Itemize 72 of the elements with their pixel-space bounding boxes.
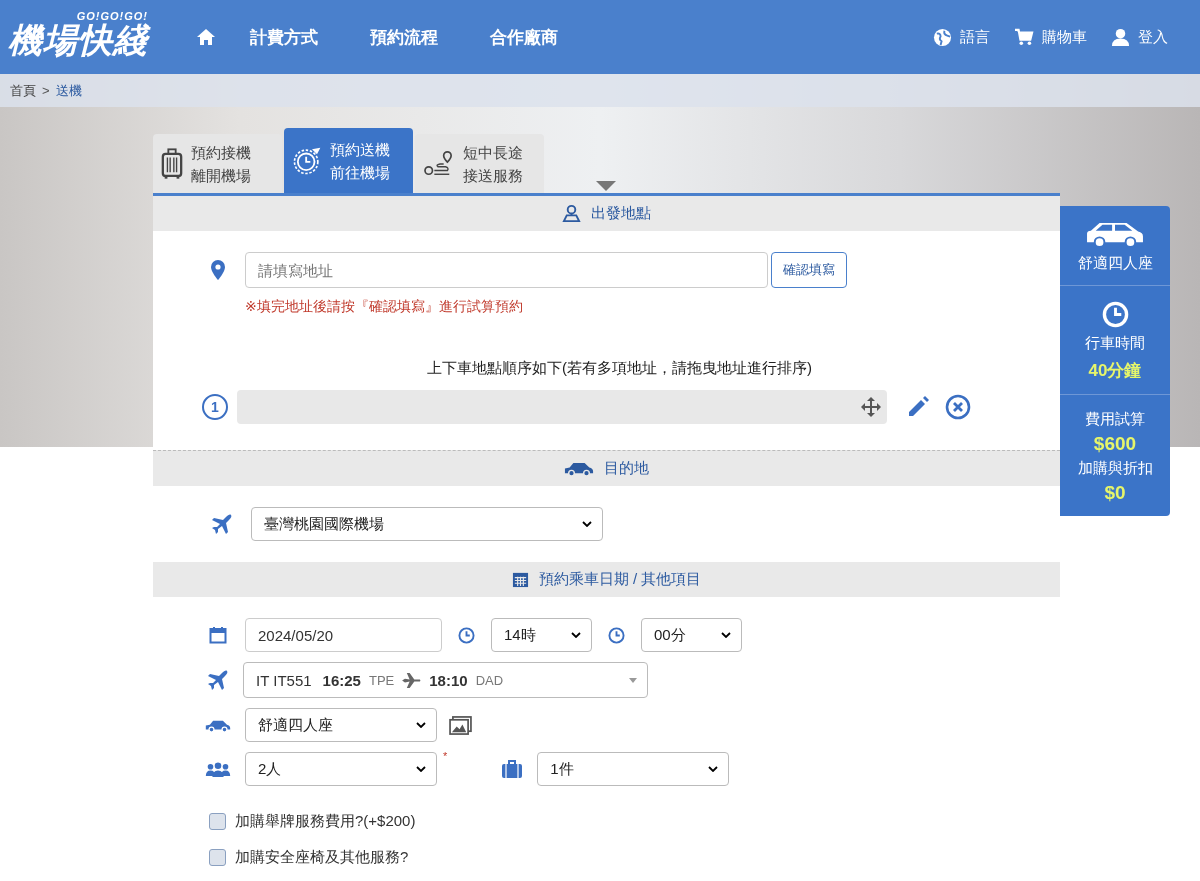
travel-time-label: 行車時間 [1085, 334, 1145, 353]
date-input[interactable]: 2024/05/20 [245, 618, 442, 652]
car-type-label: 舒適四人座 [1077, 254, 1153, 273]
car-icon [1086, 221, 1144, 248]
airport-select[interactable]: 臺灣桃園國際機場 [251, 507, 603, 541]
option-checkbox[interactable]: 加購安全座椅及其他服務? [209, 848, 409, 867]
hour-select[interactable]: 14時 [491, 618, 592, 652]
header-link[interactable]: 登入 [1111, 27, 1168, 47]
nav-link[interactable]: 預約流程 [370, 25, 438, 49]
header-link[interactable]: 購物車 [1014, 27, 1087, 47]
calendar-icon [511, 571, 529, 588]
image-icon[interactable] [449, 715, 472, 735]
clock-icon [458, 626, 475, 644]
user-icon [1111, 27, 1130, 47]
order-instructions: 上下車地點順序如下(若有多項地址，請拖曳地址進行排序) [427, 359, 813, 378]
plane-icon [402, 672, 422, 688]
person-pin-icon [562, 204, 581, 223]
briefcase-icon [502, 760, 523, 778]
extras-value: $0 [1104, 482, 1126, 504]
flight-select[interactable]: IT IT551 16:25 TPE 18:10 DAD [243, 662, 648, 698]
minute-select[interactable]: 00分 [641, 618, 742, 652]
airport-code: TPE [368, 672, 395, 688]
section-header: 預約乘車日期 / 其他項目 [153, 562, 1060, 597]
clock-icon [1101, 301, 1129, 328]
service-tab[interactable]: 預約送機 前往機場 [284, 128, 413, 193]
chevron-icon [582, 521, 592, 527]
chevron-icon [721, 632, 731, 638]
car-icon [205, 718, 231, 732]
nav-link[interactable]: 計費方式 [250, 25, 318, 49]
fee-label: 費用試算 [1085, 410, 1145, 429]
stop-number: 1 [202, 394, 228, 420]
address-input[interactable]: 請填寫地址 [245, 252, 768, 288]
airport-code: DAD [475, 672, 504, 688]
arrival-time: 18:10 [429, 671, 468, 689]
breadcrumb-link[interactable]: 首頁 [10, 81, 36, 100]
nav-link[interactable]: 合作廠商 [490, 25, 558, 49]
travel-time-value: 40分鐘 [1088, 360, 1142, 382]
suitcase-icon [161, 147, 183, 180]
section-header: 目的地 [153, 450, 1060, 486]
cart-icon [1014, 28, 1034, 46]
service-tab[interactable]: 預約接機 離開機場 [153, 134, 282, 193]
breadcrumb-separator: > [42, 83, 50, 98]
remove-icon[interactable] [945, 394, 971, 420]
dropdown-caret-icon [596, 181, 616, 191]
address-note: ※填完地址後請按『確認填寫』進行試算預約 [245, 298, 524, 316]
passenger-select[interactable]: 2人 [245, 752, 437, 786]
move-icon[interactable] [861, 397, 881, 417]
flight-code: IT IT551 [256, 671, 312, 689]
globe-icon [933, 27, 952, 47]
chevron-icon [416, 722, 426, 728]
pencil-icon[interactable] [907, 396, 929, 418]
confirm-button[interactable]: 確認填寫 [771, 252, 847, 288]
chevron-icon [708, 766, 719, 772]
breadcrumb-link[interactable]: 送機 [55, 81, 82, 100]
header-link[interactable]: 語言 [933, 27, 990, 47]
departure-time: 16:25 [322, 671, 361, 689]
route-icon [423, 149, 455, 178]
people-icon [205, 761, 231, 777]
section-header: 出發地點 [153, 196, 1060, 231]
required-mark: * [443, 750, 448, 762]
option-checkbox[interactable]: 加購舉牌服務費用?(+$200) [209, 812, 416, 831]
home-icon[interactable] [196, 28, 216, 46]
chevron-icon [416, 766, 426, 772]
extras-label: 加購與折扣 [1077, 459, 1153, 478]
fee-value: $600 [1093, 433, 1137, 455]
car-type-select[interactable]: 舒適四人座 [245, 708, 437, 742]
chevron-icon [571, 632, 581, 638]
plane-clock-icon [292, 145, 322, 176]
caret-icon [629, 677, 637, 683]
car-icon [564, 461, 594, 476]
clock-icon [608, 626, 625, 644]
luggage-select[interactable]: 1件 [537, 752, 730, 786]
